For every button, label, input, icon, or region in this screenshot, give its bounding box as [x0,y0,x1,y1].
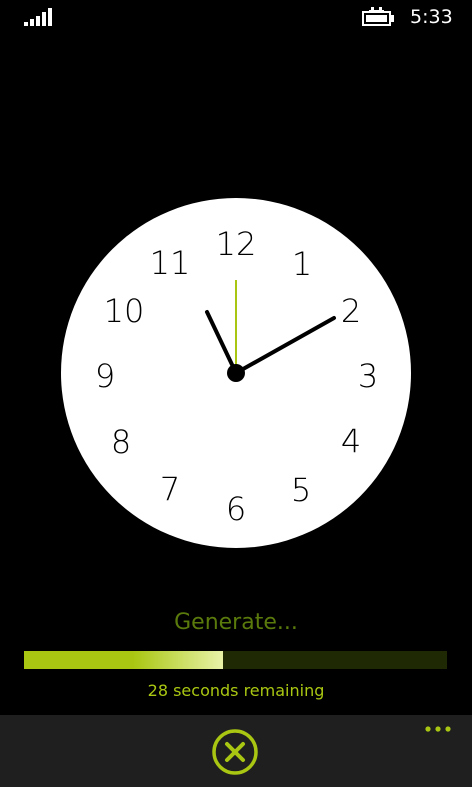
generate-status-label: Generate... [174,610,298,635]
progress-bar-fill [24,651,223,669]
clock-numeral-7: 7 [160,470,180,508]
clock-numeral-1: 1 [292,245,312,283]
cancel-button[interactable] [211,728,259,776]
clock-numeral-8: 8 [111,423,131,461]
clock-numeral-4: 4 [341,422,361,460]
clock-numeral-9: 9 [95,357,115,395]
cancel-circle-icon [212,729,258,775]
app-bar [0,715,472,787]
clock-numeral-12: 12 [216,225,257,263]
clock-numeral-2: 2 [341,292,361,330]
clock-numeral-5: 5 [291,471,311,509]
clock-numeral-6: 6 [226,490,246,528]
time-remaining-text: 28 seconds remaining [147,681,325,700]
clock-numeral-3: 3 [358,357,378,395]
progress-bar [24,651,447,669]
analog-clock: 12 1 2 3 4 5 6 7 8 9 10 11 [61,198,411,548]
more-dots-icon[interactable] [424,723,452,735]
clock-center-pin [227,364,245,382]
clock-numeral-10: 10 [104,292,145,330]
clock-numeral-11: 11 [150,244,191,282]
